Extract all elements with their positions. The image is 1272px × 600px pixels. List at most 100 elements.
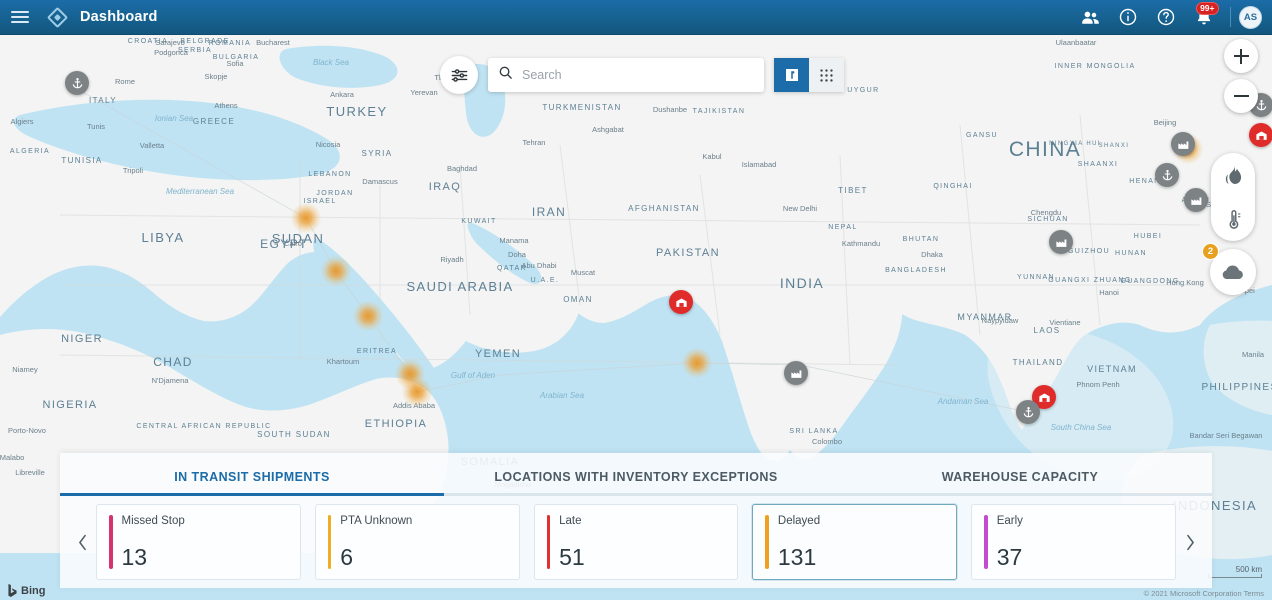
map-country-label: TIBET bbox=[838, 186, 868, 195]
help-icon[interactable] bbox=[1148, 0, 1184, 35]
grid-view-icon[interactable] bbox=[809, 58, 844, 92]
factory-icon bbox=[1177, 138, 1190, 151]
map-city-label: Khartoum bbox=[327, 357, 360, 366]
weather-cloud-layer-icon[interactable]: 2 bbox=[1210, 249, 1256, 295]
map-sea-label: Andaman Sea bbox=[937, 397, 989, 406]
map-city-label: Ashgabat bbox=[592, 125, 625, 134]
search-box[interactable] bbox=[488, 58, 764, 92]
map-country-label: ERITREA bbox=[357, 348, 397, 355]
cards-next-arrow[interactable] bbox=[1176, 533, 1204, 552]
map-city-label: Valletta bbox=[140, 141, 165, 150]
anchor-icon bbox=[1161, 169, 1174, 182]
page-title: Dashboard bbox=[80, 9, 158, 25]
map-country-label: GREECE bbox=[193, 117, 235, 126]
user-avatar[interactable]: AS bbox=[1239, 6, 1262, 29]
kpi-label: Delayed bbox=[778, 515, 820, 528]
kpi-card[interactable]: Early37 bbox=[971, 504, 1176, 580]
map-zoom-controls bbox=[1224, 39, 1258, 113]
map-city-label: Malabo bbox=[0, 453, 24, 462]
map-country-label: IRAQ bbox=[429, 181, 462, 193]
topbar-divider bbox=[1230, 7, 1231, 27]
map-city-label: Chengdu bbox=[1031, 208, 1061, 217]
weather-layer-count-badge: 2 bbox=[1202, 243, 1219, 260]
info-icon[interactable] bbox=[1110, 0, 1146, 35]
map-city-label: Riyadh bbox=[440, 255, 463, 264]
map-sea-label: Gulf of Aden bbox=[451, 371, 496, 380]
view-toggle-group bbox=[774, 58, 844, 92]
alert-warehouse-pin[interactable] bbox=[669, 290, 693, 314]
port-anchor-pin[interactable] bbox=[65, 71, 89, 95]
kpi-value: 6 bbox=[340, 546, 412, 569]
kpi-value: 51 bbox=[559, 546, 585, 569]
map-city-label: Algiers bbox=[11, 117, 34, 126]
kpi-value: 131 bbox=[778, 546, 820, 569]
factory-pin[interactable] bbox=[1049, 230, 1073, 254]
hamburger-menu-icon[interactable] bbox=[0, 0, 40, 35]
alert-warehouse-pin[interactable] bbox=[1249, 123, 1272, 147]
search-icon bbox=[498, 65, 513, 85]
cluster-pin[interactable] bbox=[1171, 132, 1195, 156]
search-input[interactable] bbox=[522, 68, 754, 82]
map-city-label: Ankara bbox=[330, 90, 355, 99]
map-country-label: PHILIPPINES bbox=[1201, 382, 1272, 393]
map-city-label: Abu Dhabi bbox=[521, 261, 556, 270]
filter-sliders-icon[interactable] bbox=[440, 56, 478, 94]
map-city-label: Muscat bbox=[571, 268, 596, 277]
map-city-label: Phnom Penh bbox=[1076, 380, 1119, 389]
kpi-text-group: Early37 bbox=[988, 515, 1023, 569]
map-city-label: Colombo bbox=[812, 437, 842, 446]
port-anchor-pin[interactable] bbox=[1155, 163, 1179, 187]
kpi-card[interactable]: PTA Unknown6 bbox=[315, 504, 520, 580]
map-city-label: Sofia bbox=[226, 59, 244, 68]
notification-bell-icon[interactable]: 99+ bbox=[1186, 0, 1222, 35]
app-logo-diamond-icon[interactable] bbox=[40, 0, 74, 35]
map-country-label: SRI LANKA bbox=[789, 428, 838, 435]
map-country-label: INDIA bbox=[780, 275, 824, 291]
dashboard-app: Dashboard bbox=[0, 0, 1272, 600]
factory-pin[interactable] bbox=[784, 361, 808, 385]
factory-pin[interactable] bbox=[1184, 188, 1208, 212]
cards-prev-arrow[interactable] bbox=[68, 533, 96, 552]
map-city-label: Manama bbox=[499, 236, 529, 245]
kpi-text-group: Delayed 131 bbox=[769, 515, 820, 569]
map-view-icon[interactable] bbox=[774, 58, 809, 92]
map-country-label: THAILAND bbox=[1013, 358, 1064, 367]
panel-tab-2[interactable]: WAREHOUSE CAPACITY bbox=[828, 470, 1212, 493]
map-country-label: IRAN bbox=[532, 205, 566, 219]
map-city-label: Yerevan bbox=[410, 88, 437, 97]
map-country-label: SOUTH SUDAN bbox=[257, 430, 331, 439]
map-country-label: BANGLADESH bbox=[885, 267, 947, 274]
map-country-label: NIGER bbox=[61, 333, 103, 345]
map-city-label: Libreville bbox=[15, 468, 45, 477]
map-country-label: PAKISTAN bbox=[656, 247, 720, 259]
map-sea-label: Ionian Sea bbox=[155, 114, 194, 123]
map-city-label: Doha bbox=[508, 250, 527, 259]
layer-button-group bbox=[1211, 153, 1255, 241]
map-country-label: NINGXIA HUI bbox=[1049, 141, 1101, 147]
map-city-label: Bandar Seri Begawan bbox=[1190, 431, 1263, 440]
map-area[interactable]: TURKEYLIBYAEGYPTSAUDI ARABIASUDANCHADNIG… bbox=[0, 35, 1272, 600]
map-country-label: HUNAN bbox=[1115, 250, 1147, 257]
kpi-card[interactable]: Missed Stop13 bbox=[96, 504, 301, 580]
kpi-card[interactable]: Delayed 131 bbox=[752, 504, 957, 580]
map-country-label: TAJIKISTAN bbox=[693, 108, 746, 115]
zoom-out-button[interactable] bbox=[1224, 79, 1258, 113]
kpi-label: Late bbox=[559, 515, 585, 528]
kpi-text-group: Missed Stop13 bbox=[113, 515, 185, 569]
map-country-label: YEMEN bbox=[475, 348, 521, 360]
kpi-card[interactable]: Late 51 bbox=[534, 504, 739, 580]
temperature-layer-icon[interactable] bbox=[1211, 197, 1255, 241]
port-anchor-pin[interactable] bbox=[1016, 400, 1040, 424]
panel-tab-1[interactable]: LOCATIONS WITH INVENTORY EXCEPTIONS bbox=[444, 470, 828, 493]
panel-tab-0[interactable]: IN TRANSIT SHIPMENTS bbox=[60, 470, 444, 493]
map-country-label: BHUTAN bbox=[903, 236, 940, 243]
map-city-label: Ulaanbaatar bbox=[1056, 38, 1097, 47]
map-city-label: Nicosia bbox=[316, 140, 341, 149]
map-city-label: Hanoi bbox=[1099, 288, 1119, 297]
zoom-in-button[interactable] bbox=[1224, 39, 1258, 73]
fire-risk-layer-icon[interactable] bbox=[1211, 153, 1255, 197]
factory-icon bbox=[790, 367, 803, 380]
panel-tabs: IN TRANSIT SHIPMENTSLOCATIONS WITH INVEN… bbox=[60, 453, 1212, 493]
map-city-label: Islamabad bbox=[742, 160, 777, 169]
people-icon[interactable] bbox=[1072, 0, 1108, 35]
